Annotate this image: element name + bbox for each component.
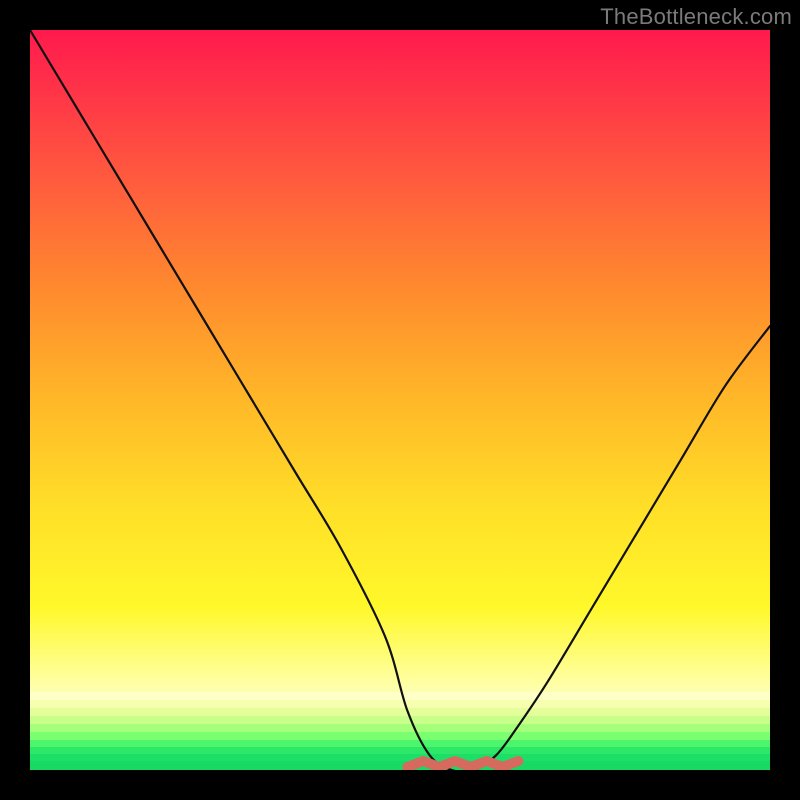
watermark-text: TheBottleneck.com xyxy=(600,4,792,30)
chart-stage: TheBottleneck.com xyxy=(0,0,800,800)
bottleneck-curve xyxy=(30,30,770,770)
trough-highlight xyxy=(407,761,518,767)
plot-area xyxy=(30,30,770,770)
curve-svg xyxy=(30,30,770,770)
